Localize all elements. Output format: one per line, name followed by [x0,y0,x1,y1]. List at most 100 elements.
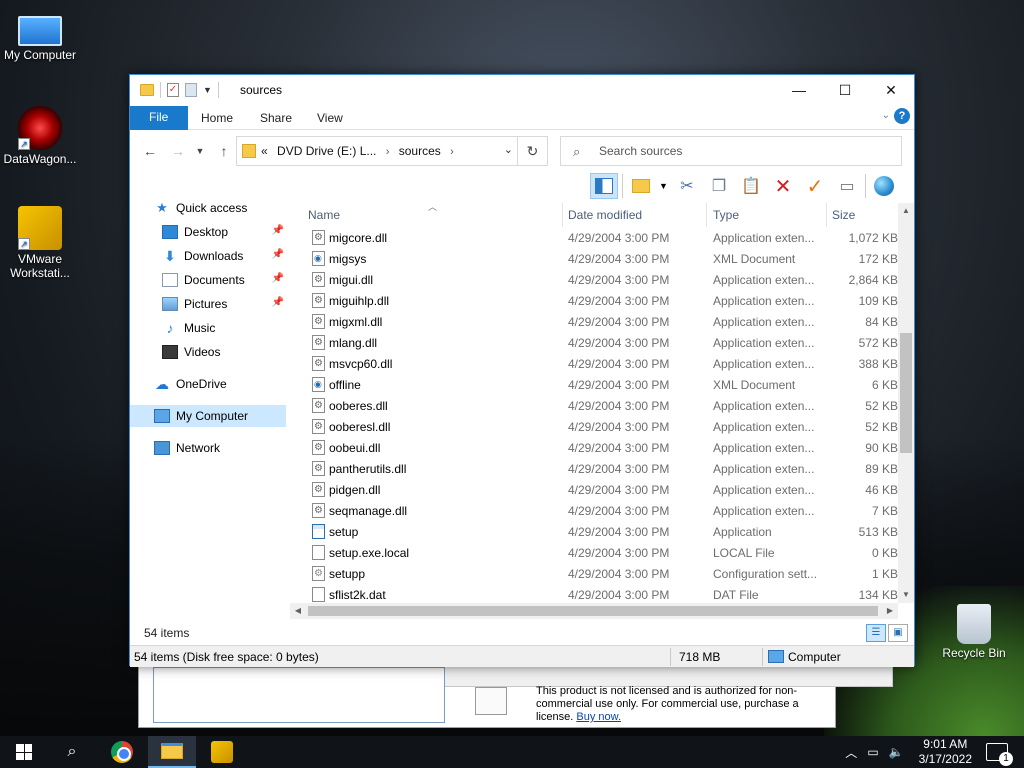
details-view-icon[interactable]: ☰ [866,624,886,642]
table-row[interactable]: migxml.dll 4/29/2004 3:00 PM Application e… [296,311,914,332]
scrollbar-thumb[interactable] [900,333,912,453]
breadcrumb-overflow[interactable]: « [261,144,268,158]
scroll-right-icon[interactable]: ▶ [882,603,898,619]
desktop-icon-vmware[interactable]: ↗ VMware Workstati... [0,206,80,280]
table-row[interactable]: setupp 4/29/2004 3:00 PM Configuration set… [296,563,914,584]
scroll-up-icon[interactable]: ▲ [898,203,914,219]
notifications-icon[interactable]: 1 [986,743,1013,766]
recent-locations-icon[interactable]: ▼ [190,141,210,161]
nav-item-desktop[interactable]: Desktop 📌 [162,221,286,243]
horizontal-scrollbar[interactable]: ◀ ▶ [290,603,898,619]
volume-icon[interactable]: 🔈 [889,745,904,759]
pin-icon[interactable]: 📌 [272,249,284,260]
taskbar-search-icon[interactable]: ⌕ [48,736,96,768]
address-dropdown-icon[interactable]: ⌄ [504,143,513,156]
buy-now-link[interactable]: Buy now. [576,711,621,723]
check-icon[interactable]: ✓ [801,173,829,199]
table-row[interactable]: offline 4/29/2004 3:00 PM XML Document 6 KB [296,374,914,395]
table-row[interactable]: ooberesl.dll 4/29/2004 3:00 PM Application… [296,416,914,437]
back-arrow-icon[interactable]: ← [140,141,160,161]
search-box[interactable]: ⌕ [560,136,902,166]
scroll-left-icon[interactable]: ◀ [290,603,306,619]
nav-item-music[interactable]: ♪ Music [162,317,286,339]
show-hidden-icons-icon[interactable]: ︿ [845,744,857,761]
scroll-down-icon[interactable]: ▼ [898,587,914,603]
title-bar[interactable]: ✓ ▼ sources — ☐ ✕ [130,75,914,105]
nav-item-my-computer[interactable]: My Computer [130,405,286,427]
forward-arrow-icon[interactable]: → [168,141,188,161]
taskbar-file-explorer[interactable] [148,736,196,768]
table-row[interactable]: setup.exe.local 4/29/2004 3:00 PM LOCAL Fi… [296,542,914,563]
column-divider[interactable] [562,203,563,227]
delete-icon[interactable]: ✕ [769,173,797,199]
table-row[interactable]: seqmanage.dll 4/29/2004 3:00 PM Applicatio… [296,500,914,521]
table-row[interactable]: pantherutils.dll 4/29/2004 3:00 PM Applica… [296,458,914,479]
tab-home[interactable]: Home [187,107,247,130]
scrollbar-thumb[interactable] [308,606,878,616]
tab-view[interactable]: View [303,107,357,130]
globe-button[interactable] [870,173,898,199]
up-arrow-icon[interactable]: ↑ [214,141,234,161]
close-button[interactable]: ✕ [868,75,914,105]
table-row[interactable]: mlang.dll 4/29/2004 3:00 PM Application ex… [296,332,914,353]
address-bar[interactable]: « DVD Drive (E:) L... › sources › ⌄ ↻ [236,136,548,166]
column-header-size[interactable]: Size [832,208,855,222]
network-icon[interactable]: ▭ [867,745,878,759]
help-icon[interactable]: ? [894,108,910,124]
expand-ribbon-icon[interactable]: ⌄ [882,110,890,121]
table-row[interactable]: pidgen.dll 4/29/2004 3:00 PM Application e… [296,479,914,500]
table-row[interactable]: migsys 4/29/2004 3:00 PM XML Document 172 K… [296,248,914,269]
desktop-icon-my-computer[interactable]: My Computer [0,8,80,62]
column-divider[interactable] [706,203,707,227]
taskbar-chrome[interactable] [98,736,146,768]
new-dropdown-icon[interactable]: ▼ [659,181,669,191]
nav-item-videos[interactable]: Videos [162,341,286,363]
table-row[interactable]: setup 4/29/2004 3:00 PM Application 513 KB [296,521,914,542]
table-row[interactable]: migcore.dll 4/29/2004 3:00 PM Application … [296,227,914,248]
properties-icon[interactable]: ✓ [167,83,179,97]
new-folder-icon[interactable] [185,83,197,97]
breadcrumb-item-sources[interactable]: sources [399,144,441,158]
large-icons-view-icon[interactable]: ▣ [888,624,908,642]
table-row[interactable]: oobeui.dll 4/29/2004 3:00 PM Application e… [296,437,914,458]
column-header-name[interactable]: Name [308,208,340,222]
search-input[interactable] [599,143,889,159]
nav-item-pictures[interactable]: Pictures 📌 [162,293,286,315]
column-divider[interactable] [826,203,827,227]
clock[interactable]: 9:01 AM 3/17/2022 [919,737,972,767]
nav-item-documents[interactable]: Documents 📌 [162,269,286,291]
tab-share[interactable]: Share [246,107,306,130]
rename-icon[interactable]: ▭ [833,173,861,199]
maximize-button[interactable]: ☐ [822,75,868,105]
breadcrumb-separator-icon[interactable]: › [386,146,390,158]
refresh-icon[interactable]: ↻ [517,137,547,165]
pin-icon[interactable]: 📌 [272,225,284,236]
paste-icon[interactable]: 📋 [737,173,765,199]
new-folder-button[interactable] [627,173,655,199]
pin-icon[interactable]: 📌 [272,273,284,284]
table-row[interactable]: migui.dll 4/29/2004 3:00 PM Application ex… [296,269,914,290]
column-header-date[interactable]: Date modified [568,208,642,222]
breadcrumb-separator-icon[interactable]: › [450,146,454,158]
nav-item-downloads[interactable]: ⬇ Downloads 📌 [162,245,286,267]
nav-item-quick-access[interactable]: ★ Quick access [154,197,294,219]
table-row[interactable]: miguihlp.dll 4/29/2004 3:00 PM Application… [296,290,914,311]
breadcrumb-item-dvd-drive[interactable]: DVD Drive (E:) L... [277,144,376,158]
vertical-scrollbar[interactable]: ▲ ▼ [898,203,914,603]
desktop-icon-recycle-bin[interactable]: Recycle Bin [934,604,1014,660]
table-row[interactable]: ooberes.dll 4/29/2004 3:00 PM Application … [296,395,914,416]
table-row[interactable]: sflist2k.dat 4/29/2004 3:00 PM DAT File 134… [296,584,914,605]
pin-icon[interactable]: 📌 [272,297,284,308]
copy-icon[interactable]: ❐ [705,173,733,199]
tab-file[interactable]: File [130,106,189,130]
qat-dropdown-icon[interactable]: ▼ [203,85,212,95]
nav-item-onedrive[interactable]: ☁ OneDrive [154,373,294,395]
column-header-type[interactable]: Type [713,208,739,222]
table-row[interactable]: msvcp60.dll 4/29/2004 3:00 PM Application … [296,353,914,374]
start-button[interactable] [0,736,48,768]
nav-item-network[interactable]: Network [154,437,294,459]
minimize-button[interactable]: — [776,75,822,105]
cut-icon[interactable]: ✂ [673,173,701,199]
taskbar-vmware[interactable] [198,736,246,768]
preview-pane-button[interactable] [590,173,618,199]
